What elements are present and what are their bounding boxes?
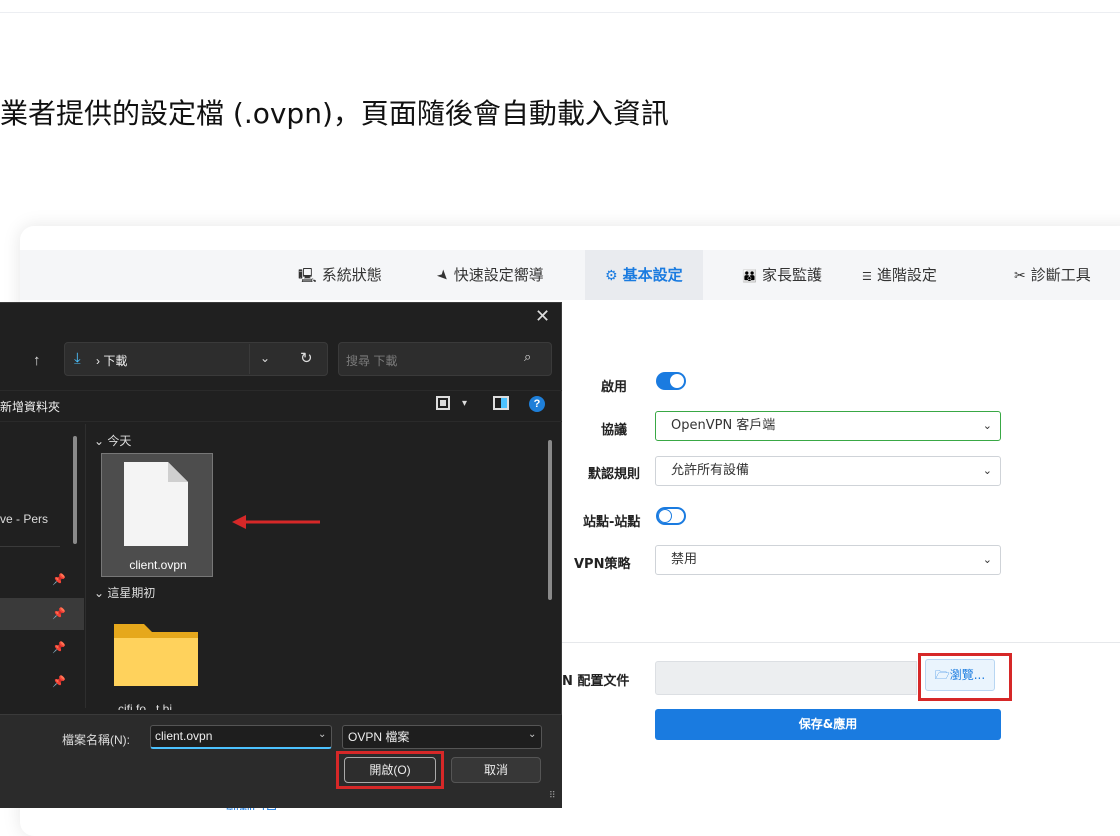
- nav-item-selected[interactable]: [0, 598, 84, 630]
- breadcrumb: › 下載: [96, 354, 128, 368]
- enable-label: 啟用: [601, 380, 628, 395]
- folder-icon[interactable]: [110, 620, 202, 690]
- refresh-icon[interactable]: ↻: [300, 349, 313, 367]
- browse-highlight-box: [918, 653, 1012, 701]
- instruction-text: 業者提供的設定檔 (.ovpn)，頁面隨後會自動載入資訊: [0, 97, 669, 130]
- navigation-pane: [0, 424, 84, 708]
- chevron-down-icon: ⌄: [982, 419, 992, 432]
- pin-icon: 📌: [52, 608, 66, 620]
- default-rule-label: 默認規則: [588, 467, 641, 482]
- enable-toggle[interactable]: [656, 372, 686, 390]
- vpn-policy-label: VPN策略: [574, 557, 631, 572]
- dialog-toolbar: [0, 390, 562, 422]
- config-file-input[interactable]: [655, 661, 917, 695]
- nav-item-parental-control[interactable]: 👪 家長監護: [742, 250, 822, 300]
- download-icon: ⤓: [74, 350, 81, 367]
- sliders-icon: ☰: [862, 270, 872, 283]
- chevron-down-icon[interactable]: ⌄: [528, 729, 536, 740]
- document-icon: [124, 462, 188, 546]
- search-icon: ⌕: [524, 349, 532, 364]
- family-icon: 👪: [742, 269, 757, 283]
- group-header-week[interactable]: ⌄ 這星期初: [94, 584, 155, 601]
- vpn-policy-select[interactable]: 禁用 ⌄: [655, 545, 1001, 575]
- top-strip: [0, 0, 1120, 13]
- resize-grip-icon[interactable]: ⠿: [549, 790, 556, 801]
- pin-icon: 📌: [52, 574, 66, 586]
- config-file-label: N 配置文件: [562, 674, 630, 689]
- cancel-button[interactable]: 取消: [451, 757, 541, 783]
- nav-item-system-status[interactable]: 🖳 系統狀態: [298, 250, 382, 300]
- form-divider: [560, 642, 1120, 643]
- nav-item-quick-setup[interactable]: ➤快速設定嚮導: [433, 250, 544, 300]
- filetype-select[interactable]: OVPN 檔案: [342, 725, 542, 749]
- filename-label: 檔案名稱(N):: [62, 733, 130, 747]
- main-navbar: [20, 250, 1120, 300]
- pane-divider: [85, 424, 86, 708]
- save-apply-button[interactable]: 保存&應用: [655, 709, 1001, 740]
- gear-icon: ⚙: [605, 268, 618, 284]
- help-icon[interactable]: ?: [529, 396, 545, 412]
- chevron-down-icon[interactable]: ▾: [462, 398, 467, 409]
- new-folder-button[interactable]: 新增資料夾: [0, 398, 60, 415]
- nav-item-advanced-settings[interactable]: ☰ 進階設定: [862, 250, 937, 300]
- file-name-label: client.ovpn: [129, 558, 187, 572]
- file-list-scrollbar[interactable]: [548, 440, 552, 600]
- nav-separator: [0, 546, 60, 547]
- group-header-today[interactable]: ⌄ 今天: [94, 432, 131, 449]
- protocol-label: 協議: [601, 423, 628, 438]
- site-to-site-toggle[interactable]: [656, 507, 686, 525]
- protocol-select[interactable]: OpenVPN 客戶端 ⌄: [655, 411, 1001, 441]
- nav-item-onedrive[interactable]: ve - Pers: [0, 512, 48, 526]
- nav-scrollbar[interactable]: [73, 436, 77, 544]
- close-icon[interactable]: ✕: [535, 306, 550, 327]
- filename-input[interactable]: client.ovpn: [150, 725, 332, 749]
- address-separator: [249, 344, 250, 374]
- site-to-site-label: 站點-站點: [583, 515, 641, 530]
- desktop-icon: 🖳: [298, 268, 317, 284]
- chevron-down-icon: ⌄: [982, 553, 992, 566]
- pin-icon: 📌: [52, 642, 66, 654]
- tools-icon: ✂: [1014, 268, 1026, 284]
- chevron-down-icon[interactable]: ⌄: [260, 351, 270, 365]
- open-highlight-box: [336, 751, 444, 789]
- chevron-down-icon: ⌄: [982, 464, 992, 477]
- nav-item-basic-settings[interactable]: ⚙ 基本設定: [585, 250, 703, 300]
- pin-icon: 📌: [52, 676, 66, 688]
- up-arrow-icon[interactable]: ↑: [33, 352, 41, 369]
- nav-item-diagnostic-tools[interactable]: ✂ 診斷工具: [1014, 250, 1091, 300]
- red-arrow-annotation: [232, 515, 320, 529]
- view-mode-icon[interactable]: [436, 396, 450, 410]
- search-placeholder: 搜尋 下載: [346, 354, 398, 368]
- default-rule-select[interactable]: 允許所有設備 ⌄: [655, 456, 1001, 486]
- chevron-down-icon[interactable]: ⌄: [318, 729, 326, 740]
- preview-pane-icon[interactable]: [493, 396, 509, 410]
- folder-name-label: cifi fo...t bi...: [118, 704, 182, 710]
